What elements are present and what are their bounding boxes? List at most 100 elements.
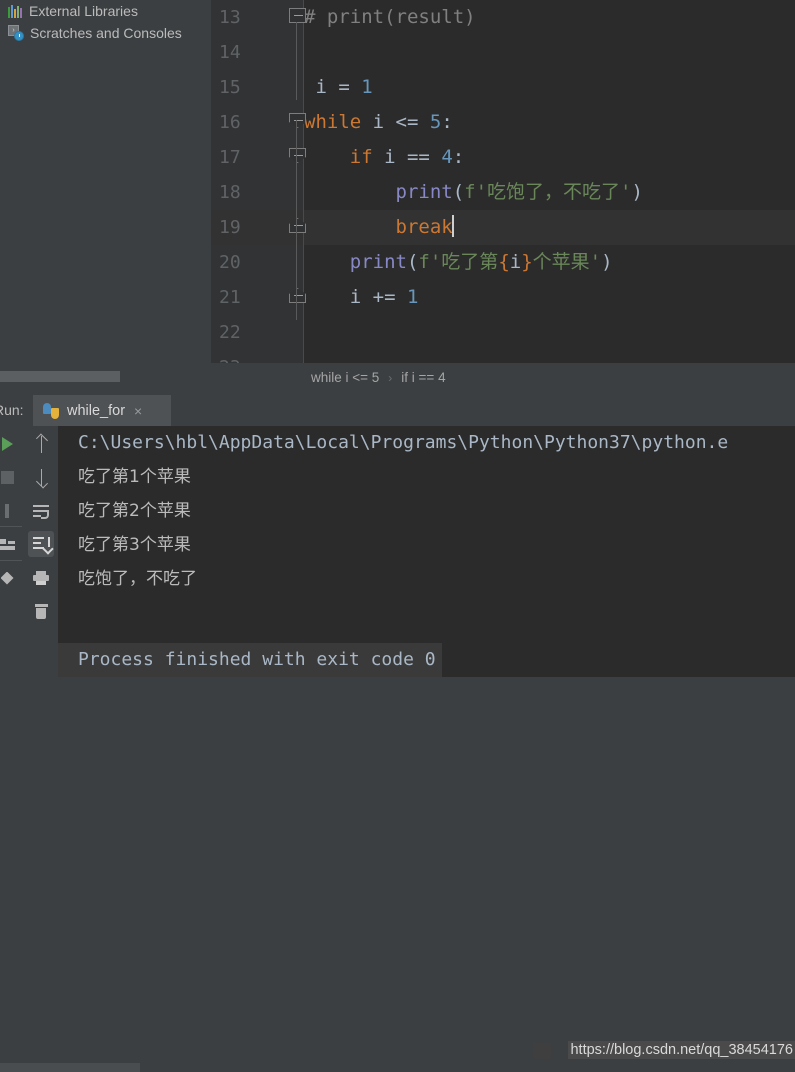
scratches-icon: › (8, 25, 24, 41)
tree-item-external-libraries[interactable]: External Libraries (0, 0, 211, 22)
tree-item-label: Scratches and Consoles (30, 25, 182, 41)
run-toolbar-secondary (25, 426, 57, 677)
toolbar-divider (0, 560, 22, 561)
fold-marker[interactable] (289, 148, 306, 163)
code-line[interactable]: 15 i = 1 (211, 70, 795, 105)
code-token: 1 (361, 76, 373, 98)
code-token: += (372, 286, 396, 308)
layout-button[interactable] (0, 531, 20, 557)
fold-marker[interactable] (289, 8, 306, 23)
fold-marker-shape (289, 8, 306, 23)
code-token: while (304, 111, 362, 133)
breadcrumb-item-if[interactable]: if i == 4 (401, 370, 445, 385)
code-line[interactable]: 18 print(f'吃饱了，不吃了') (211, 175, 795, 210)
run-tab-while-for[interactable]: while_for × (33, 395, 171, 426)
run-tab-label: while_for (67, 402, 126, 419)
console-line: 吃了第1个苹果 (78, 467, 191, 487)
code-token: if (349, 146, 373, 168)
code-token: 个苹果' (532, 251, 602, 273)
soft-wrap-button[interactable] (28, 498, 54, 524)
line-number: 20 (219, 252, 241, 273)
console-line: 吃了第3个苹果 (78, 535, 191, 555)
print-button[interactable] (28, 565, 54, 591)
code-text: print(f'吃饱了，不吃了') (304, 175, 643, 210)
tree-item-label: External Libraries (29, 3, 138, 19)
libraries-icon (8, 4, 23, 18)
fold-marker[interactable] (289, 288, 306, 303)
close-icon[interactable]: × (134, 403, 142, 419)
pin-button[interactable] (0, 565, 20, 591)
panel-divider (0, 388, 795, 395)
line-number: 15 (219, 77, 241, 98)
stop-button[interactable] (0, 464, 20, 490)
scroll-to-end-icon (32, 537, 54, 555)
up-button[interactable] (28, 431, 54, 457)
run-tab-bar: Run: while_for × (0, 395, 795, 426)
run-tool-window: Run: while_for × (0, 395, 795, 1072)
code-line[interactable]: 22 (211, 315, 795, 350)
fold-guide-line (296, 22, 297, 100)
code-token: ( (406, 251, 419, 273)
fold-marker[interactable] (289, 113, 306, 128)
trash-icon (34, 603, 48, 619)
code-token: 1 (406, 286, 419, 308)
run-icon (1, 437, 13, 451)
grid-icon (0, 538, 15, 550)
code-token: # print(result) (304, 6, 476, 28)
print-icon (33, 571, 49, 585)
code-line[interactable]: 20 print(f'吃了第{i}个苹果') (211, 245, 795, 280)
code-token: 5 (429, 111, 442, 133)
chevron-right-icon: › (388, 370, 393, 385)
console-line: 吃饱了，不吃了 (78, 569, 197, 589)
line-number: 22 (219, 322, 241, 343)
tree-item-scratches-and-consoles[interactable]: › Scratches and Consoles (0, 22, 211, 44)
console-output[interactable]: C:\Users\hbl\AppData\Local\Programs\Pyth… (58, 426, 795, 677)
code-token: ) (601, 251, 613, 273)
console-line: C:\Users\hbl\AppData\Local\Programs\Pyth… (78, 432, 729, 453)
line-number: 13 (219, 7, 241, 28)
down-button[interactable] (28, 464, 54, 490)
code-text: # print(result) (304, 0, 476, 35)
top-region: External Libraries › Scratches and Conso… (0, 0, 795, 395)
run-panel-label: Run: (0, 402, 24, 418)
code-token: f'吃了第 (418, 251, 499, 273)
clear-all-button[interactable] (28, 598, 54, 624)
code-text: i = 1 (304, 70, 373, 105)
arrow-up-icon (35, 432, 48, 453)
fold-marker[interactable] (289, 218, 306, 233)
code-token: print (349, 251, 407, 273)
rerun-button[interactable] (0, 431, 20, 457)
code-token: } (521, 251, 533, 273)
line-number: 19 (219, 217, 241, 238)
toolbar-divider (0, 526, 22, 527)
arrow-down-icon (35, 468, 48, 489)
code-text: while i <= 5: (304, 105, 453, 140)
code-token: <= (395, 111, 419, 133)
fold-marker-shape (289, 218, 306, 233)
watermark-backdrop (533, 1043, 551, 1059)
breadcrumb-item-while[interactable]: while i <= 5 (311, 370, 379, 385)
code-editor[interactable]: 13 # print(result) 14 15 i = 1 16 while i <= … (211, 0, 795, 367)
console-lines: C:\Users\hbl\AppData\Local\Programs\Pyth… (58, 426, 795, 630)
code-token: f'吃饱了，不吃了' (464, 181, 632, 203)
code-token: i = (304, 76, 362, 98)
code-line[interactable]: 14 (211, 35, 795, 70)
soft-wrap-icon (33, 504, 49, 519)
code-token: i (304, 286, 373, 308)
editor-hscroll-thumb[interactable] (0, 371, 120, 382)
line-number: 17 (219, 147, 241, 168)
project-tree-panel: External Libraries › Scratches and Conso… (0, 0, 211, 367)
stop-icon (0, 470, 14, 484)
gutter-separator (303, 0, 304, 367)
scroll-to-end-button[interactable] (28, 531, 54, 557)
code-text: break (304, 210, 454, 245)
pause-button[interactable] (0, 498, 20, 524)
watermark-text: https://blog.csdn.net/qq_38454176 (568, 1041, 795, 1059)
code-text: print(f'吃了第{i}个苹果') (304, 245, 613, 280)
